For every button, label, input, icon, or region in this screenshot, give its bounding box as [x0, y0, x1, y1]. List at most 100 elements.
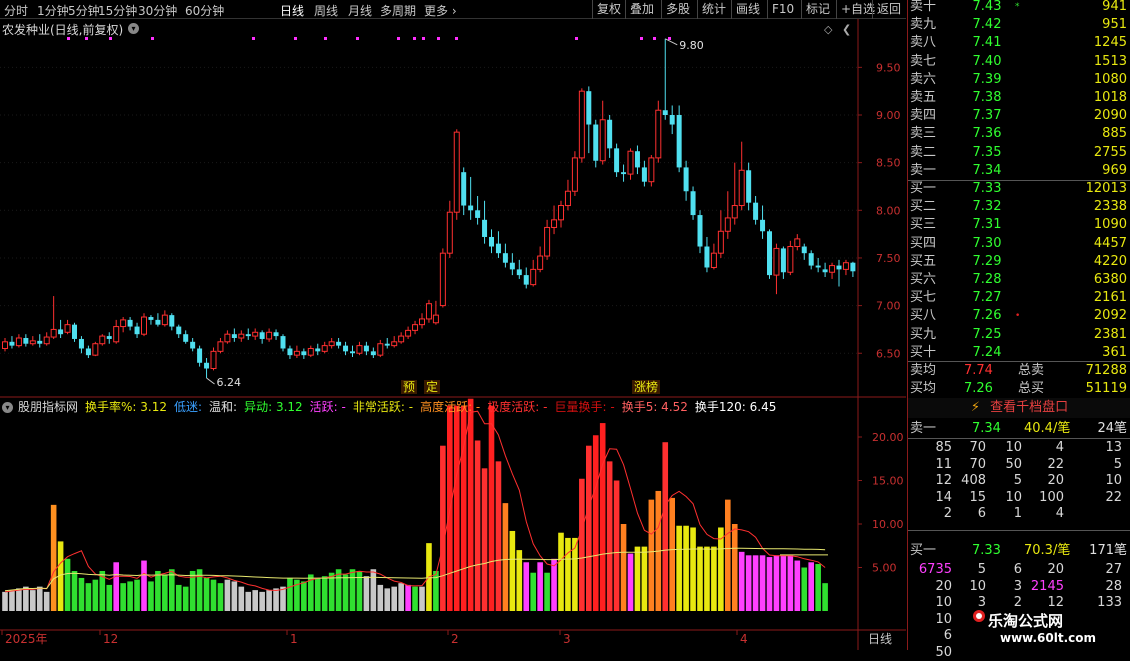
signal-dot-11 [437, 37, 440, 40]
asks-row-8[interactable]: 卖二 7.35 2755 [908, 144, 1130, 162]
candle-body-75 [523, 275, 529, 285]
asks-row-2[interactable]: 卖八 7.41 1245 [908, 34, 1130, 52]
candle-body-15 [106, 336, 112, 339]
order-tick: 22 [1047, 456, 1064, 472]
candle-body-33 [231, 334, 237, 339]
period-tab-5[interactable]: 60分钟 [185, 2, 224, 19]
turnover-bar-21 [148, 581, 154, 611]
candle-body-91 [634, 151, 640, 168]
order-tick: 20 [1047, 473, 1064, 488]
bids-row-5[interactable]: 买六 7.28 6380 [908, 271, 1130, 289]
asks-row-3[interactable]: 卖七 7.40 1513 [908, 53, 1130, 71]
period-tab-1[interactable]: 1分钟 [37, 2, 69, 19]
indicator-value-7: 极度活跃: - [487, 400, 548, 414]
asks-price: 7.38 [972, 90, 1002, 105]
turnover-bar-13 [92, 579, 99, 611]
lightning-icon: ⚡ [970, 400, 981, 415]
candle-body-52 [363, 345, 369, 352]
indicator-value-10: 换手120: 6.45 [694, 400, 777, 414]
turnover-bar-90 [627, 553, 634, 611]
bids-row-7[interactable]: 买八 7.26 2092 • [908, 307, 1130, 325]
turnover-bar-115 [801, 567, 808, 611]
candle-group [2, 38, 856, 379]
candle-body-1 [9, 341, 15, 346]
asks-row-1[interactable]: 卖九 7.42 951 [908, 16, 1130, 34]
period-tab-10[interactable]: 更多 › [424, 2, 457, 19]
period-tab-4[interactable]: 30分钟 [138, 2, 177, 19]
period-tab-3[interactable]: 15分钟 [98, 2, 137, 19]
bids-row-6[interactable]: 买七 7.27 2161 [908, 289, 1130, 307]
level2-orderbook-button[interactable]: ⚡ 查看千档盘口 [908, 398, 1130, 418]
turnover-bar-108 [752, 555, 759, 611]
candle-body-8 [58, 329, 64, 335]
toolbar-button-2[interactable]: 多股 [661, 0, 694, 19]
candle-body-9 [64, 324, 71, 333]
watermark-title: 乐淘公式网 [988, 612, 1064, 630]
candle-body-69 [482, 219, 488, 237]
candle-body-32 [224, 333, 231, 343]
period-tab-0[interactable]: 分时 [4, 2, 28, 19]
asks-label: 卖二 [910, 144, 937, 160]
indicator-name[interactable]: 股朋指标网 [18, 400, 78, 414]
toolbar-button-4[interactable]: 画线 [731, 0, 764, 19]
candle-body-43 [301, 351, 307, 356]
indicator-value-8: 巨量换手: - [554, 400, 615, 414]
order-tick: 20 [935, 578, 952, 594]
turnover-bar-5 [36, 586, 43, 611]
asks-price: 7.34 [972, 162, 1002, 178]
avg_buy-total: 51119 [1085, 381, 1127, 396]
asks-row-7[interactable]: 卖三 7.36 885 [908, 125, 1130, 143]
asks-row-4[interactable]: 卖六 7.39 1080 [908, 71, 1130, 89]
bids-row-3[interactable]: 买四 7.30 4457 [908, 235, 1130, 253]
turnover-bar-10 [71, 570, 78, 611]
turnover-bars [2, 398, 828, 611]
candle-body-2 [15, 337, 22, 347]
order-book-panel: 卖十 7.43 941 * 卖九 7.42 951 卖八 7.41 1245 卖七 7.40 1513 卖… [907, 0, 1130, 660]
asks-volume: 1513 [1093, 53, 1127, 69]
bids-row-9[interactable]: 买十 7.24 361 [908, 344, 1130, 362]
asks-row-9[interactable]: 卖一 7.34 969 [908, 162, 1130, 180]
bids-row-0[interactable]: 买一 7.33 12013 [908, 180, 1130, 198]
toolbar-button-3[interactable]: 统计 [697, 0, 730, 19]
candle-body-81 [564, 190, 571, 207]
price-tick-label-6: 6.50 [876, 347, 901, 360]
asks-row-5[interactable]: 卖五 7.38 1018 [908, 89, 1130, 107]
toolbar-button-8[interactable]: 返回 [872, 0, 905, 19]
bids-label: 买十 [910, 344, 937, 360]
period-tab-7[interactable]: 周线 [314, 2, 338, 19]
indicator-value-1: 低迷: [174, 400, 203, 414]
turnover-bar-89 [620, 524, 627, 611]
order-tick: 4 [1055, 440, 1064, 455]
level2-label: 查看千档盘口 [990, 400, 1069, 415]
watermark-logo-icon [973, 610, 985, 622]
signal-dot-14 [640, 37, 643, 40]
toolbar-button-1[interactable]: 叠加 [625, 0, 658, 19]
kline-chart[interactable]: 9.50 9.00 8.50 8.00 7.50 7.00 6.50 9.80 6.24 ◇ ❮ 预定… [0, 19, 906, 650]
asks-row-0[interactable]: 卖十 7.43 941 * [908, 0, 1130, 16]
period-tab-6[interactable]: 日线 [280, 2, 304, 19]
asks-row-6[interactable]: 卖四 7.37 2090 [908, 107, 1130, 125]
toolbar-button-0[interactable]: 复权 [592, 0, 625, 19]
toolbar-button-6[interactable]: 标记 [801, 0, 834, 19]
asks-label: 卖十 [910, 0, 937, 14]
turnover-bar-0 [2, 591, 8, 611]
indicator-chevron-icon[interactable]: ▾ [2, 402, 13, 413]
toolbar-button-5[interactable]: F10 [767, 0, 798, 19]
candle-body-70 [489, 236, 494, 247]
turnover-bar-46 [321, 576, 328, 611]
price-tick-label-2: 8.50 [876, 157, 901, 170]
bids-row-1[interactable]: 买二 7.32 2338 [908, 198, 1130, 216]
order-tick: 85 [935, 440, 952, 455]
bids-price: 7.31 [972, 217, 1002, 233]
period-tab-8[interactable]: 月线 [348, 2, 372, 19]
bids-price: 7.29 [972, 253, 1002, 269]
bids-row-2[interactable]: 买三 7.31 1090 [908, 216, 1130, 234]
turnover-bar-96 [669, 497, 675, 611]
candle-body-58 [405, 329, 412, 337]
period-tab-9[interactable]: 多周期 [380, 2, 416, 19]
bids-row-8[interactable]: 买九 7.25 2381 [908, 326, 1130, 344]
period-tab-2[interactable]: 5分钟 [68, 2, 100, 19]
bids-row-4[interactable]: 买五 7.29 4220 [908, 253, 1130, 271]
ind-tick-label-0: 20.00 [872, 431, 904, 444]
turnover-bar-18 [127, 581, 133, 611]
